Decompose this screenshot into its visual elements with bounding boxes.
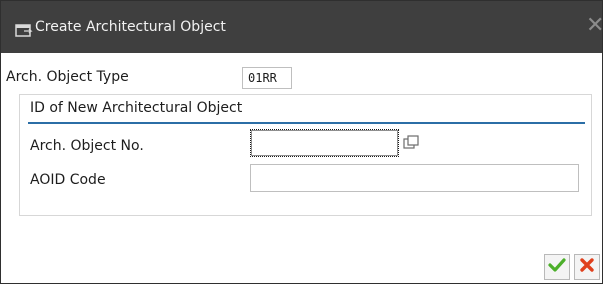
create-arch-object-dialog: Create Architectural Object ✕ Arch. Obje…: [0, 0, 603, 284]
group-divider: [28, 122, 585, 124]
x-icon: [579, 257, 595, 277]
confirm-button[interactable]: [544, 254, 570, 280]
window-menu-icon[interactable]: [15, 23, 33, 37]
close-button[interactable]: ✕: [586, 11, 603, 41]
check-icon: [548, 257, 566, 277]
value-help-icon[interactable]: [400, 133, 422, 153]
title-bar[interactable]: Create Architectural Object ✕: [1, 1, 603, 53]
object-type-field: 01RR: [242, 67, 292, 89]
cancel-button[interactable]: [574, 254, 600, 280]
aoid-input[interactable]: [250, 164, 579, 192]
dialog-title: Create Architectural Object: [35, 19, 226, 35]
aoid-label: AOID Code: [30, 172, 106, 188]
object-no-input[interactable]: [250, 129, 399, 157]
group-title: ID of New Architectural Object: [30, 100, 243, 116]
object-type-label: Arch. Object Type: [6, 69, 129, 85]
object-no-label: Arch. Object No.: [30, 138, 144, 154]
